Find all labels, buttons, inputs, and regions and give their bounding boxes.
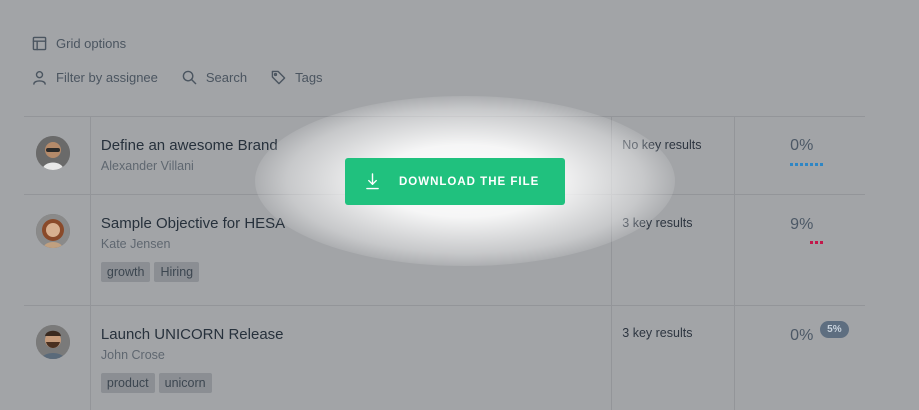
search-icon bbox=[182, 70, 197, 85]
tags-label: Tags bbox=[295, 70, 323, 85]
progress-value: 9% bbox=[790, 216, 814, 233]
objective-cell: Sample Objective for HESA Kate Jensen gr… bbox=[91, 195, 613, 305]
search-button[interactable]: Search bbox=[182, 70, 247, 85]
download-file-button[interactable]: DOWNLOAD THE FILE bbox=[345, 158, 565, 205]
search-label: Search bbox=[205, 70, 248, 85]
tag-icon bbox=[271, 70, 286, 85]
key-results-cell: 3 key results bbox=[612, 306, 736, 410]
objective-title[interactable]: Define an awesome Brand bbox=[101, 137, 601, 154]
table-row[interactable]: Sample Objective for HESA Kate Jensen gr… bbox=[24, 194, 865, 305]
tags-button[interactable]: Tags bbox=[271, 70, 323, 85]
tag[interactable]: Hiring bbox=[154, 262, 200, 282]
avatar bbox=[36, 136, 70, 170]
key-results-count[interactable]: No key results bbox=[622, 138, 724, 152]
toolbar-filters: Filter by assignee Search Tags bbox=[32, 70, 347, 85]
progress-bar bbox=[790, 163, 825, 166]
objective-title[interactable]: Launch UNICORN Release bbox=[101, 326, 601, 343]
tag-list: product unicorn bbox=[100, 373, 601, 393]
avatar-cell bbox=[24, 117, 91, 194]
tag[interactable]: product bbox=[100, 373, 155, 393]
user-icon bbox=[33, 70, 46, 85]
avatar-cell bbox=[24, 195, 91, 305]
objective-cell: Launch UNICORN Release John Crose produc… bbox=[91, 306, 613, 410]
grid-icon bbox=[32, 36, 47, 51]
avatar bbox=[36, 214, 70, 248]
progress-cell: 9% bbox=[735, 195, 865, 305]
avatar bbox=[36, 325, 70, 359]
download-file-label: DOWNLOAD THE FILE bbox=[399, 175, 540, 188]
progress-cell: 0% bbox=[735, 117, 865, 194]
filter-by-assignee-button[interactable]: Filter by assignee bbox=[32, 70, 158, 85]
table-row[interactable]: Launch UNICORN Release John Crose produc… bbox=[24, 305, 865, 410]
key-results-cell: No key results bbox=[612, 117, 736, 194]
progress-value: 0% bbox=[790, 327, 814, 344]
download-icon bbox=[366, 173, 379, 190]
progress-bar bbox=[810, 241, 825, 244]
key-results-count[interactable]: 3 key results bbox=[622, 326, 724, 340]
grid-options-button[interactable]: Grid options bbox=[32, 36, 126, 51]
objective-title[interactable]: Sample Objective for HESA bbox=[101, 215, 601, 232]
tag[interactable]: growth bbox=[100, 262, 151, 282]
progress-cell: 0% 5% bbox=[735, 306, 865, 410]
avatar-cell bbox=[24, 306, 91, 410]
progress-badge: 5% bbox=[820, 321, 849, 338]
objective-owner: Kate Jensen bbox=[100, 237, 171, 251]
tag[interactable]: unicorn bbox=[158, 373, 212, 393]
key-results-cell: 3 key results bbox=[612, 195, 736, 305]
objective-owner: John Crose bbox=[100, 348, 165, 362]
tag-list: growth Hiring bbox=[100, 262, 601, 282]
key-results-count[interactable]: 3 key results bbox=[622, 216, 724, 230]
progress-value: 0% bbox=[790, 137, 814, 154]
filter-by-assignee-label: Filter by assignee bbox=[56, 70, 158, 85]
grid-options-label: Grid options bbox=[56, 36, 127, 51]
toolbar-top: Grid options bbox=[32, 36, 150, 51]
